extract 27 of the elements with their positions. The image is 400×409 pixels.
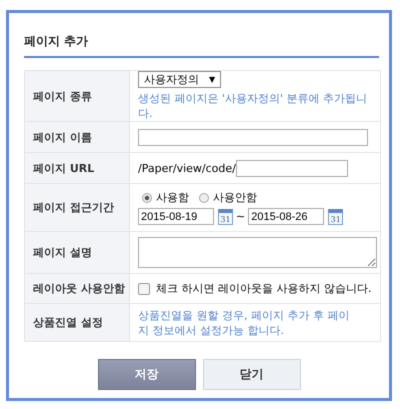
calendar-button[interactable]: 31 <box>218 208 233 224</box>
hint-text: 생성된 페이지은 '사용자정의' 분류에 추가됩니다. <box>138 91 368 121</box>
description-field[interactable] <box>138 237 377 268</box>
field-label: 페이지 접근기간 <box>33 201 114 214</box>
type-select[interactable]: 사용자정의 ▼ <box>138 71 222 88</box>
radio-button[interactable] <box>142 192 152 202</box>
date-field[interactable]: 2015-08-26 <box>248 208 324 225</box>
range-separator: ~ <box>236 210 246 223</box>
dialog-title: 페이지 추가 <box>24 33 379 58</box>
radio-button[interactable] <box>199 192 209 202</box>
field-label: 레이아웃 사용안함 <box>33 282 125 295</box>
radio-label: 사용안함 <box>213 190 257 205</box>
field-label: 페이지 이름 <box>33 130 92 144</box>
url-field[interactable] <box>236 160 348 176</box>
field-label: 페이지 URL <box>33 162 94 174</box>
calendar-button[interactable]: 31 <box>328 208 344 224</box>
date-field[interactable]: 2015-08-19 <box>138 208 214 225</box>
url-prefix: /Paper/view/code/ <box>138 162 236 174</box>
checkbox[interactable] <box>138 282 150 294</box>
radio-label: 사용함 <box>156 190 189 205</box>
info-text: 상품진열을 원할 경우, 페이지 추가 후 페이지 정보에서 설정가능 합니다. <box>138 308 350 338</box>
field-label: 페이지 설명 <box>33 246 92 259</box>
field-label: 페이지 종류 <box>33 90 92 102</box>
checkbox-label: 체크 하시면 레이아웃을 사용하지 않습니다. <box>156 281 372 296</box>
field-label: 상품진열 설정 <box>33 316 103 329</box>
close-button[interactable]: 닫기 <box>202 359 300 390</box>
name-field[interactable] <box>138 128 368 146</box>
